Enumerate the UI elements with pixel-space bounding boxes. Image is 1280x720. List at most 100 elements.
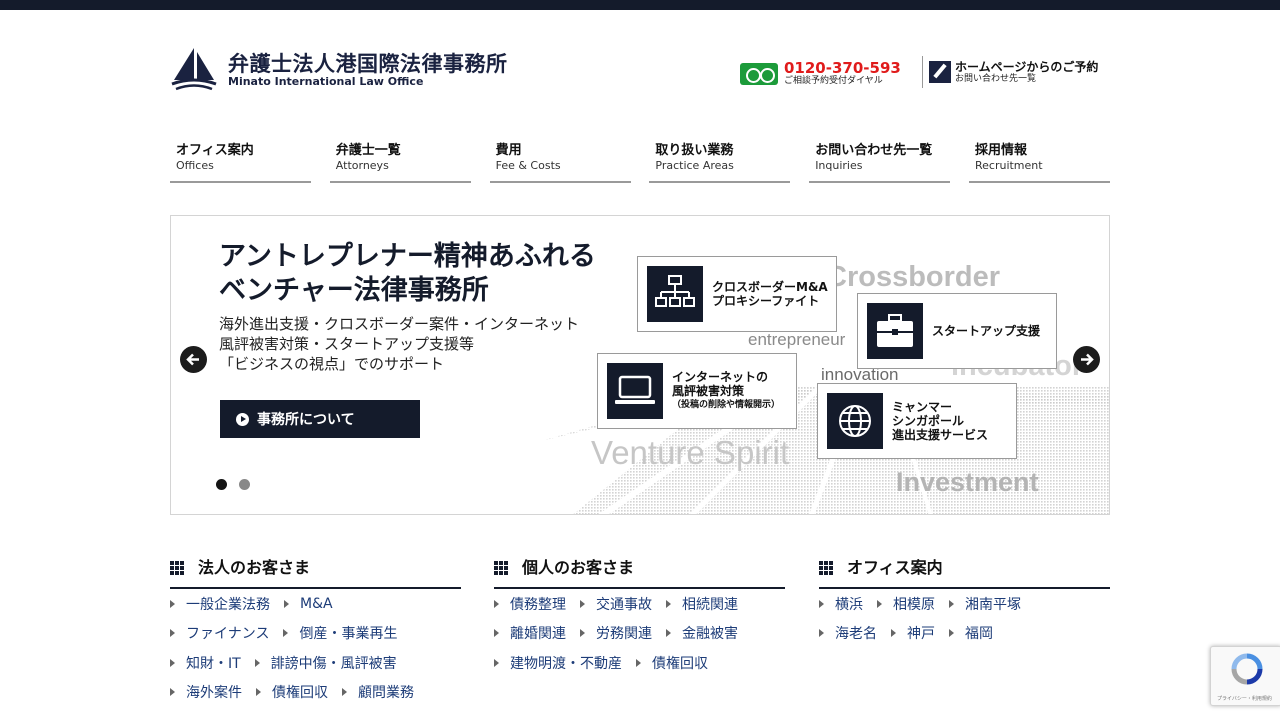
category-link-label: 海老名 (835, 626, 877, 643)
category-title: 個人のお客さま (522, 558, 635, 577)
category-link[interactable]: 建物明渡・不動産 (494, 653, 622, 673)
card-line: シンガポール (892, 414, 965, 428)
category-link[interactable]: 労務関連 (580, 623, 652, 643)
nav-offices[interactable]: オフィス案内 Offices (170, 140, 311, 183)
nav-label-en: Practice Areas (655, 159, 734, 172)
about-firm-button[interactable]: 事務所について (220, 400, 420, 438)
category-link[interactable]: 金融被害 (666, 623, 738, 643)
category-link[interactable]: 債務整理 (494, 594, 566, 614)
category-link[interactable]: 湘南平塚 (949, 594, 1021, 614)
slider-dot-1[interactable] (216, 479, 227, 490)
about-firm-label: 事務所について (257, 412, 355, 428)
category-offices: オフィス案内 横浜 相模原 湘南平塚 海老名 神戸 福岡 (819, 558, 1110, 648)
triangle-icon (283, 629, 289, 638)
category-link[interactable]: 倒産・事業再生 (283, 623, 397, 643)
category-link[interactable]: M&A (284, 596, 333, 612)
hero-description: 海外進出支援・クロスボーダー案件・インターネット 風評被害対策・スタートアップ支… (219, 314, 579, 374)
card-line: スタートアップ支援 (932, 324, 1041, 338)
category-link-label: 建物明渡・不動産 (510, 655, 622, 672)
nav-recruitment[interactable]: 採用情報 Recruitment (968, 140, 1110, 183)
recaptcha-badge[interactable]: プライバシー・利用規約 (1210, 646, 1280, 706)
tel-freedial[interactable]: 0120-370-593 ご相談予約受付ダイヤル (740, 60, 901, 87)
grid-icon (170, 561, 184, 575)
category-link[interactable]: 横浜 (819, 594, 863, 614)
grid-icon (494, 561, 508, 575)
category-link-label: 湘南平塚 (965, 596, 1021, 613)
category-link[interactable]: 交通事故 (580, 594, 652, 614)
category-row: 離婚関連 労務関連 金融被害 (494, 619, 785, 649)
card-line: インターネットの (672, 370, 769, 384)
card-line: 風評被害対策 (672, 384, 745, 398)
category-link[interactable]: 海外案件 (170, 682, 242, 702)
triangle-icon (666, 629, 671, 638)
category-link-label: 神戸 (907, 626, 935, 643)
category-link-label: 債権回収 (652, 655, 708, 672)
category-link[interactable]: 債権回収 (636, 653, 708, 673)
category-link[interactable]: ファイナンス (170, 623, 269, 643)
category-link[interactable]: 相模原 (877, 594, 935, 614)
sailboat-logo-icon (171, 48, 217, 91)
nav-inquiries[interactable]: お問い合わせ先一覧 Inquiries (809, 140, 951, 183)
category-link[interactable]: 顧問業務 (342, 682, 414, 702)
hero-title-line: アントレプレナー精神あふれる (219, 241, 596, 272)
category-link-label: 一般企業法務 (186, 596, 270, 613)
category-row: 知財・IT 誹謗中傷・風評被害 (170, 648, 461, 678)
pen-icon (929, 61, 951, 83)
site-logo[interactable]: 弁護士法人港国際法律事務所 Minato International Law O… (170, 46, 508, 94)
triangle-icon (580, 629, 585, 638)
category-individual: 個人のお客さま 債務整理 交通事故 相続関連 離婚関連 労務関連 金融被害 建物… (494, 558, 785, 678)
triangle-icon (342, 688, 347, 697)
org-chart-icon (647, 266, 703, 322)
web-reservation-link[interactable]: ホームページからのご予約 お問い合わせ先一覧 (922, 56, 1112, 88)
category-link[interactable]: 海老名 (819, 623, 877, 643)
triangle-icon (580, 599, 585, 608)
card-startup[interactable]: スタートアップ支援 (857, 293, 1057, 369)
category-link[interactable]: 離婚関連 (494, 623, 566, 643)
card-crossborder-ma[interactable]: クロスボーダーM&A プロキシーファイト (637, 256, 837, 332)
category-link[interactable]: 一般企業法務 (170, 594, 270, 614)
triangle-icon (256, 688, 261, 697)
slider-next-arrow-icon[interactable] (1073, 346, 1100, 373)
triangle-icon (254, 658, 260, 667)
tel-number: 0120-370-593 (784, 59, 901, 77)
triangle-icon (819, 629, 824, 638)
card-myanmar-singapore[interactable]: ミャンマー シンガポール 進出支援サービス (817, 383, 1017, 459)
hero-desc-line: 海外進出支援・クロスボーダー案件・インターネット (219, 315, 580, 333)
nav-fees[interactable]: 費用 Fee & Costs (489, 140, 631, 183)
play-icon (236, 412, 249, 426)
nav-label-jp: 採用情報 (974, 143, 1027, 158)
category-row: 一般企業法務 M&A (170, 589, 461, 619)
category-row: 海老名 神戸 福岡 (819, 619, 1110, 649)
triangle-icon (877, 599, 882, 608)
grid-icon (819, 561, 833, 575)
globe-icon (827, 393, 883, 449)
category-link[interactable]: 福岡 (949, 623, 993, 643)
firm-name-en: Minato International Law Office (228, 75, 424, 88)
nav-attorneys[interactable]: 弁護士一覧 Attorneys (329, 140, 471, 183)
word-crossborder: Crossborder (826, 261, 1001, 293)
category-link[interactable]: 神戸 (891, 623, 935, 643)
category-link[interactable]: 知財・IT (170, 653, 241, 673)
word-entrepreneur: entrepreneur (748, 330, 846, 349)
card-internet-reputation[interactable]: インターネットの 風評被害対策 （投稿の削除や情報開示） (597, 353, 797, 429)
nav-label-jp: 弁護士一覧 (335, 143, 401, 158)
category-link-label: 債務整理 (510, 596, 566, 613)
slider-prev-arrow-icon[interactable] (180, 346, 207, 373)
category-link[interactable]: 誹謗中傷・風評被害 (254, 653, 397, 673)
category-link-label: 海外案件 (186, 685, 242, 702)
category-link[interactable]: 相続関連 (666, 594, 738, 614)
slider-dot-2[interactable] (239, 479, 250, 490)
nav-practice-areas[interactable]: 取り扱い業務 Practice Areas (649, 140, 791, 183)
card-line: クロスボーダーM&A (712, 280, 828, 294)
briefcase-icon (867, 303, 923, 359)
recaptcha-terms[interactable]: プライバシー・利用規約 (1217, 695, 1272, 702)
freedial-icon (740, 62, 778, 85)
nav-label-jp: お問い合わせ先一覧 (815, 143, 933, 158)
hero-title-line: ベンチャー法律事務所 (219, 275, 489, 306)
card-line: プロキシーファイト (712, 294, 820, 308)
category-link[interactable]: 債権回収 (256, 682, 328, 702)
laptop-icon (607, 363, 663, 419)
nav-label-jp: 費用 (495, 143, 522, 158)
category-title: 法人のお客さま (198, 558, 311, 577)
category-link-label: 顧問業務 (358, 685, 414, 702)
